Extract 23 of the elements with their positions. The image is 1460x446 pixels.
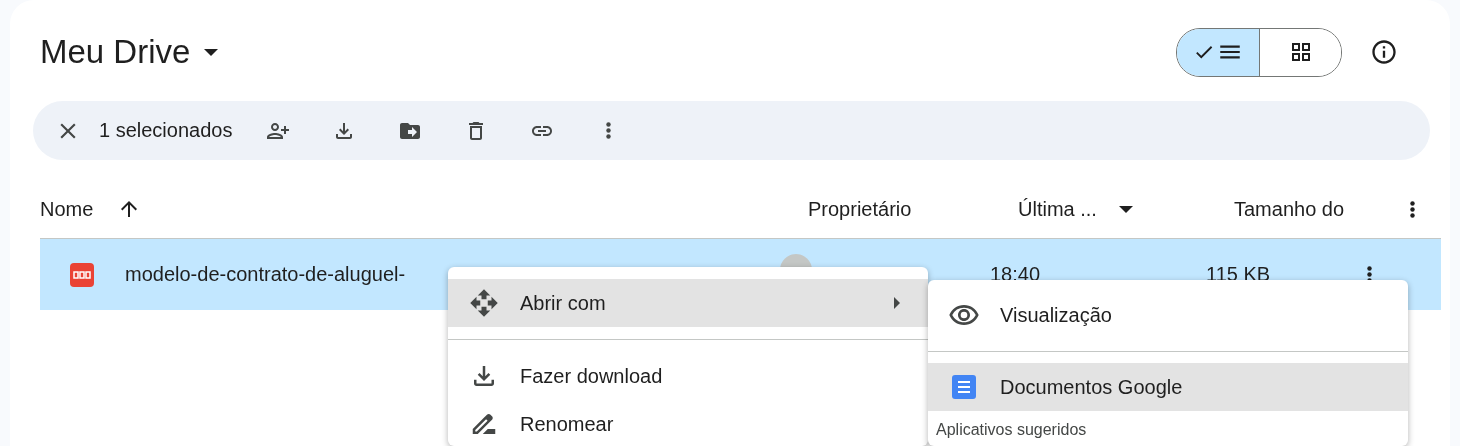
menu-item[interactable]: Visualização — [928, 291, 1408, 339]
pdf-file-icon — [70, 262, 94, 287]
menu-item[interactable]: Fazer download — [448, 352, 928, 400]
column-header[interactable]: Tamanho do — [1234, 197, 1404, 221]
column-header[interactable]: Proprietário — [808, 197, 1018, 221]
more-icon — [1410, 200, 1415, 218]
drive-title-dropdown[interactable]: Meu Drive — [40, 33, 219, 71]
file-name: modelo-de-contrato-de-aluguel- — [125, 263, 407, 286]
more-icon — [605, 122, 611, 139]
info-icon — [1370, 38, 1398, 66]
submenu-arrow-icon — [894, 297, 900, 309]
selected-count: 1 selecionados — [99, 119, 233, 142]
menu-item[interactable]: Documentos Google — [928, 363, 1408, 411]
caret-icon — [1118, 205, 1133, 213]
grid-view-button[interactable] — [1259, 28, 1341, 76]
menu-item[interactable]: Abrir com — [448, 279, 928, 327]
column-header[interactable]: Nome — [40, 197, 808, 221]
menu-item[interactable]: Renomear — [448, 400, 928, 446]
section-label: Aplicativos sugeridos — [935, 420, 1088, 439]
four-arrows-icon — [468, 287, 500, 319]
list-view-button[interactable] — [1177, 28, 1259, 76]
caret-icon — [204, 48, 219, 56]
column-header[interactable]: Última ... — [1018, 197, 1234, 221]
